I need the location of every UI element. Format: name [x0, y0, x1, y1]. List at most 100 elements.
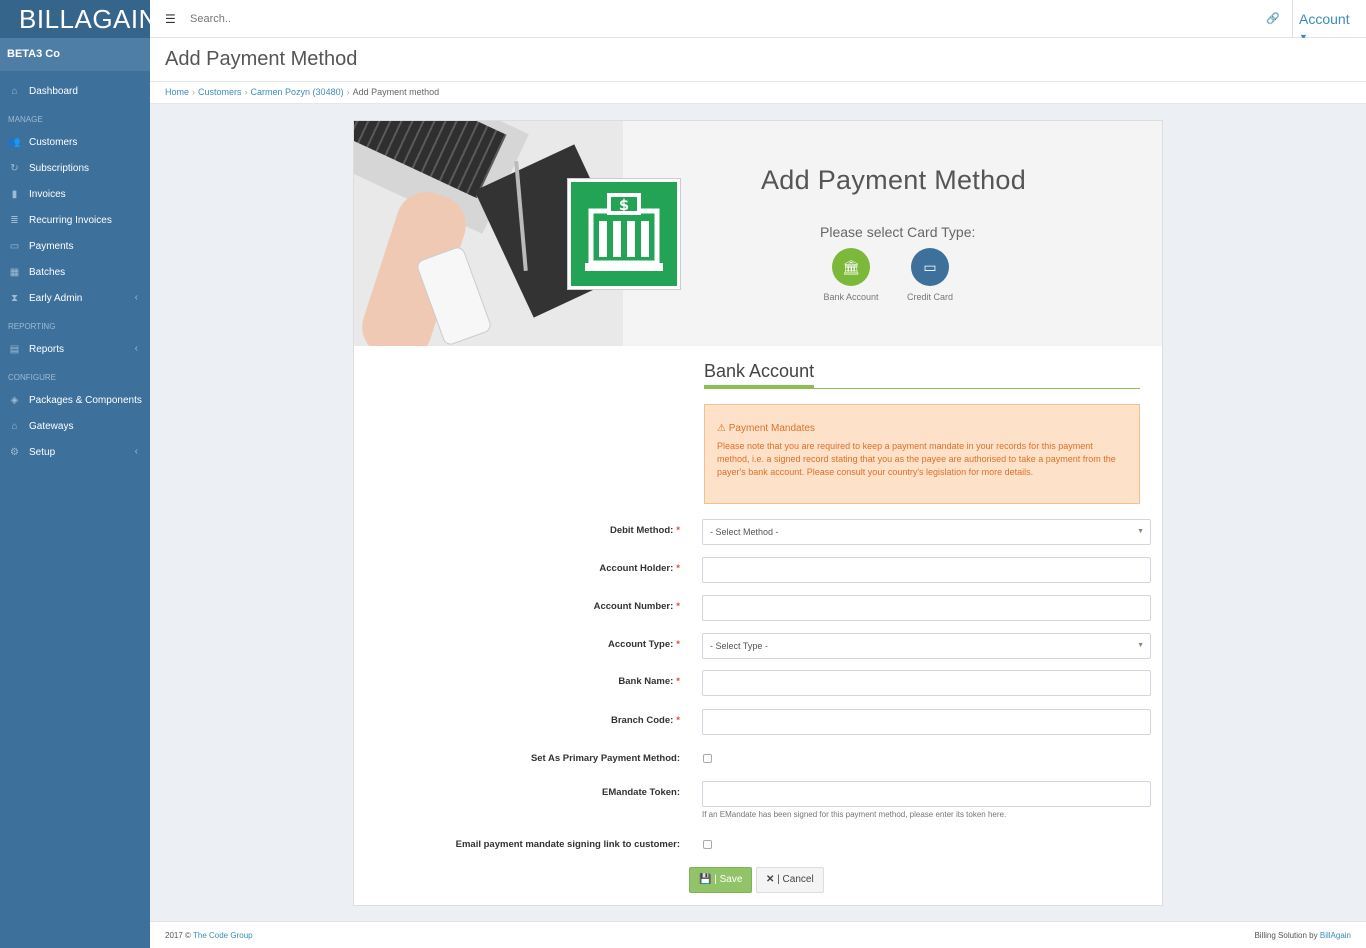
sidebar-nav: ⌂ Dashboard MANAGE 👥 Customers ↻ Subscripti…	[0, 71, 150, 465]
chevron-left-icon: ‹	[134, 343, 138, 354]
debit-method-select[interactable]: - Select Method - ▼	[702, 519, 1151, 545]
breadcrumb-customers[interactable]: Customers	[198, 87, 242, 97]
refresh-icon: ↻	[10, 162, 19, 174]
list-icon: ≣	[10, 214, 19, 226]
emandate-label: EMandate Token:	[602, 787, 680, 798]
users-icon: 👥	[8, 136, 21, 148]
bank-account-type-label: Bank Account	[823, 292, 879, 302]
sidebar-item-batches[interactable]: ▦ Batches	[0, 259, 150, 285]
account-type-select[interactable]: - Select Type - ▼	[702, 633, 1151, 659]
logo[interactable]: BILLAGAIN	[0, 0, 157, 38]
cancel-button[interactable]: ✕ | Cancel	[756, 867, 824, 893]
bank-building-icon: $	[568, 179, 680, 289]
footer-copyright: 2017 ©	[165, 931, 191, 940]
debit-method-label: Debit Method: *	[609, 525, 680, 536]
clipboard-icon: ▤	[9, 343, 20, 355]
footer-right-text: Billing Solution by	[1254, 931, 1318, 940]
sidebar-item-reports[interactable]: ▤ Reports ‹	[0, 336, 150, 362]
account-type-row: Account Type: * - Select Type - ▼	[354, 633, 1162, 659]
emandate-token-input[interactable]	[702, 781, 1151, 807]
sidebar-item-dashboard[interactable]: ⌂ Dashboard	[0, 78, 150, 104]
breadcrumb-customer[interactable]: Carmen Pozyn (30480)	[251, 87, 344, 97]
account-number-row: Account Number: *	[354, 595, 1162, 621]
breadcrumb-separator: ›	[244, 87, 248, 97]
primary-checkbox[interactable]	[703, 754, 712, 763]
page-header: Add Payment Method	[150, 38, 1366, 82]
account-holder-input[interactable]	[702, 557, 1151, 583]
email-link-label: Email payment mandate signing link to cu…	[455, 839, 680, 850]
file-icon: ▮	[11, 188, 18, 200]
sidebar-header-reporting: REPORTING	[8, 321, 56, 331]
sidebar-item-invoices[interactable]: ▮ Invoices	[0, 181, 150, 207]
credit-card-type-label: Credit Card	[906, 292, 953, 302]
home-icon: ⌂	[11, 85, 18, 97]
sidebar-header-manage: MANAGE	[8, 114, 43, 124]
account-number-input[interactable]	[702, 595, 1151, 621]
save-icon: 💾	[699, 874, 712, 885]
sidebar-item-gateways[interactable]: ⌂ Gateways	[0, 413, 150, 439]
sidebar-item-label: Reports	[29, 343, 65, 355]
breadcrumb-separator: ›	[346, 87, 350, 97]
company-name: BETA3 Co	[0, 38, 150, 71]
emandate-row: EMandate Token:	[354, 781, 1162, 807]
debit-method-row: Debit Method: * - Select Method - ▼	[354, 519, 1162, 545]
sidebar-item-subscriptions[interactable]: ↻ Subscriptions	[0, 155, 150, 181]
breadcrumb-separator: ›	[192, 87, 196, 97]
sidebar-item-setup[interactable]: ⚙ Setup ‹	[0, 439, 150, 465]
sidebar-item-label: Early Admin	[29, 292, 83, 304]
alert-title: Payment Mandates	[728, 423, 815, 434]
gear-icon: ⚙	[10, 446, 19, 458]
hamburger-menu-icon[interactable]: ☰	[165, 12, 176, 26]
sidebar-item-recurring-invoices[interactable]: ≣ Recurring Invoices	[0, 207, 150, 233]
bank-icon: ⌂	[11, 420, 18, 432]
branch-code-label: Branch Code: *	[611, 715, 680, 726]
sidebar: BILLAGAIN BETA3 Co ⌂ Dashboard MANAGE 👥 Cu…	[0, 0, 157, 948]
branch-code-row: Branch Code: *	[354, 709, 1162, 735]
footer: 2017 © The Code Group Billing Solution b…	[150, 921, 1366, 948]
hero-title: Add Payment Method	[761, 165, 1027, 195]
hourglass-icon: ⧗	[10, 292, 19, 304]
sidebar-item-label: Setup	[29, 446, 56, 458]
breadcrumb-home[interactable]: Home	[165, 87, 189, 97]
sidebar-item-customers[interactable]: 👥 Customers	[0, 129, 150, 155]
section-title: Bank Account	[704, 361, 1140, 389]
sidebar-item-label: Subscriptions	[29, 162, 90, 174]
credit-card-type-button[interactable]: ▭ Credit Card	[895, 248, 965, 302]
sidebar-header-configure: CONFIGURE	[8, 372, 56, 382]
bank-icon: 🏛	[832, 248, 870, 286]
account-menu[interactable]: Account ▼	[1292, 0, 1366, 42]
primary-row: Set As Primary Payment Method:	[354, 747, 1162, 773]
sidebar-item-label: Recurring Invoices	[29, 214, 112, 226]
sidebar-item-early-admin[interactable]: ⧗ Early Admin ‹	[0, 285, 150, 311]
payment-mandate-alert: ⚠ Payment Mandates Please note that you …	[704, 404, 1140, 504]
search-input[interactable]	[190, 8, 490, 30]
bank-name-input[interactable]	[702, 670, 1151, 696]
payment-method-card: $ Add Payment Method Please select Card …	[353, 120, 1163, 906]
sidebar-item-label: Gateways	[29, 420, 74, 432]
sidebar-item-label: Invoices	[29, 188, 66, 200]
link-icon[interactable]: 🔗	[1266, 12, 1280, 25]
account-holder-label: Account Holder: *	[599, 563, 680, 574]
sidebar-item-payments[interactable]: ▭ Payments	[0, 233, 150, 259]
sidebar-item-label: Batches	[29, 266, 66, 278]
footer-company-link[interactable]: The Code Group	[193, 931, 253, 940]
dropdown-arrow-icon: ▼	[1137, 528, 1144, 535]
table-icon: ▦	[9, 266, 20, 278]
email-link-row: Email payment mandate signing link to cu…	[354, 833, 1162, 859]
topbar: ☰ 🔗 Account ▼	[150, 0, 1366, 42]
dropdown-arrow-icon: ▼	[1137, 642, 1144, 649]
footer-billagain-link[interactable]: BillAgain	[1320, 931, 1351, 940]
save-button[interactable]: 💾 | Save	[689, 867, 753, 893]
hero-banner: $ Add Payment Method Please select Card …	[354, 121, 1162, 346]
email-link-checkbox[interactable]	[703, 840, 712, 849]
chevron-left-icon: ‹	[134, 446, 138, 457]
account-label: Account	[1299, 11, 1350, 27]
emandate-help-text: If an EMandate has been signed for this …	[702, 810, 1007, 819]
logo-text: BILLAGAIN	[19, 3, 158, 34]
sidebar-item-packages[interactable]: ◈ Packages & Components	[0, 387, 150, 413]
sidebar-item-label: Payments	[29, 240, 74, 252]
breadcrumb-current: Add Payment method	[352, 87, 440, 97]
branch-code-input[interactable]	[702, 709, 1151, 735]
bank-account-type-button[interactable]: 🏛 Bank Account	[816, 248, 886, 302]
alert-text: Please note that you are required to kee…	[717, 441, 1116, 477]
